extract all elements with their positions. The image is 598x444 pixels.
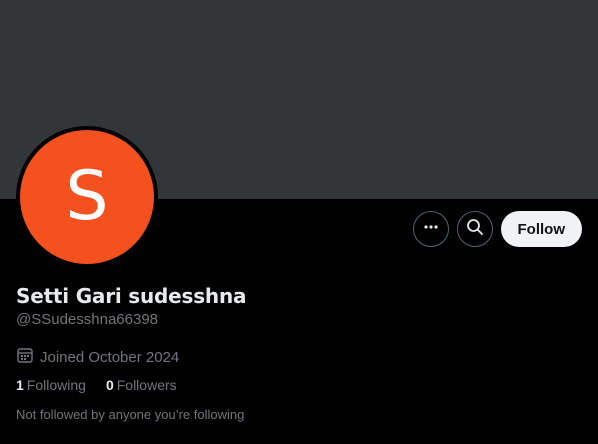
followers-count: 0 [105,377,114,393]
followers-link[interactable]: 0 Followers [106,377,177,393]
more-icon [422,218,440,241]
following-label: Following [26,377,86,393]
not-followed-text: Not followed by anyone you’re following [16,407,245,422]
joined-text: Joined October 2024 [40,348,180,366]
follow-stats: 1 Following 0 Followers [16,377,177,393]
more-button[interactable] [412,211,449,247]
joined-date: Joined October 2024 [16,346,179,368]
avatar[interactable]: S [16,126,158,268]
followers-label: Followers [116,377,177,393]
profile-actions: Follow [412,211,582,247]
follow-button[interactable]: Follow [500,211,582,247]
avatar-letter: S [20,130,154,264]
following-link[interactable]: 1 Following [16,377,86,393]
calendar-icon [16,346,34,368]
display-name: Setti Gari sudesshna [16,284,247,308]
search-icon [466,218,484,241]
following-count: 1 [16,377,24,393]
handle: @SSudesshna66398 [16,311,159,328]
search-button[interactable] [456,211,493,247]
profile-page: S Follow Setti Gari sudesshna @SSudesshn… [0,0,598,444]
